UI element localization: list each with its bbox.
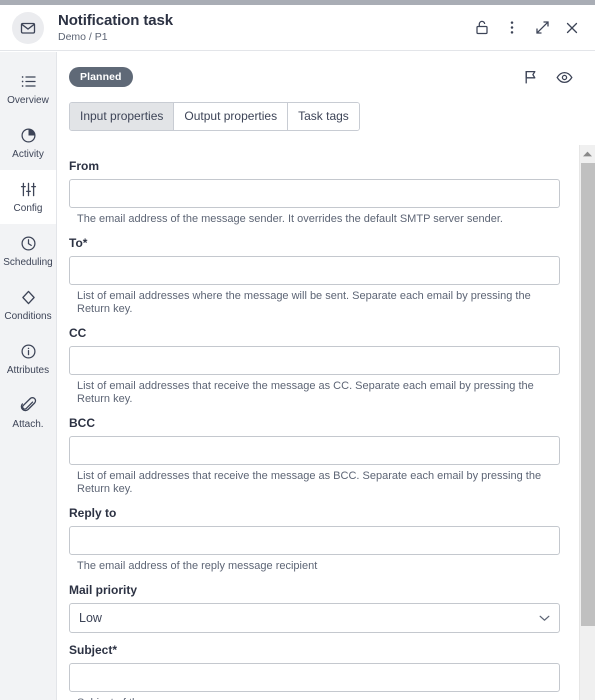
field-subject: Subject* Subject of the message — [69, 643, 560, 700]
field-hint-bcc: List of email addresses that receive the… — [77, 470, 542, 495]
required-marker: * — [82, 236, 88, 250]
notification-task-window: Notification task Demo / P1 Overview Act… — [0, 0, 595, 700]
diamond-icon — [20, 288, 37, 308]
form-scroll-region: From The email address of the message se… — [57, 145, 595, 700]
field-label-cc: CC — [69, 326, 87, 340]
chevron-up-icon — [582, 150, 593, 158]
reply-to-input[interactable] — [69, 526, 560, 555]
main-content: Planned Input properties Output properti… — [57, 52, 595, 700]
sidebar-item-config[interactable]: Config — [0, 170, 56, 224]
status-badge: Planned — [69, 67, 133, 87]
header-actions — [467, 13, 587, 43]
form-scrollbar[interactable] — [579, 145, 595, 700]
mail-priority-value: Low — [79, 611, 102, 625]
paperclip-icon — [20, 396, 37, 416]
breadcrumb: Demo / P1 — [58, 30, 108, 43]
bcc-input[interactable] — [69, 436, 560, 465]
field-hint-from: The email address of the message sender.… — [77, 213, 503, 225]
field-hint-reply-to: The email address of the reply message r… — [77, 560, 318, 572]
sidebar-item-attributes[interactable]: Attributes — [0, 332, 56, 386]
more-vertical-icon[interactable] — [497, 13, 527, 43]
sidebar-item-conditions[interactable]: Conditions — [0, 278, 56, 332]
sidebar-item-attachments[interactable]: Attach. — [0, 386, 56, 440]
envelope-icon — [20, 20, 36, 36]
mail-priority-select[interactable]: Low — [69, 603, 560, 633]
tab-input-properties[interactable]: Input properties — [70, 103, 175, 130]
sidebar-item-scheduling[interactable]: Scheduling — [0, 224, 56, 278]
field-label-bcc: BCC — [69, 416, 95, 430]
scroll-up-button[interactable] — [580, 145, 595, 162]
subject-input[interactable] — [69, 663, 560, 692]
eye-icon[interactable] — [551, 65, 577, 89]
left-sidebar: Overview Activity Config Scheduling Cond… — [0, 52, 57, 700]
status-row: Planned — [57, 52, 595, 89]
field-reply-to: Reply to The email address of the reply … — [69, 506, 560, 573]
field-mail-priority: Mail priority Low — [69, 583, 560, 633]
field-label-subject: Subject* — [69, 643, 559, 657]
sidebar-item-activity[interactable]: Activity — [0, 116, 56, 170]
field-hint-to: List of email addresses where the messag… — [77, 290, 531, 315]
field-hint-cc: List of email addresses that receive the… — [77, 380, 534, 405]
field-to: To* List of email addresses where the me… — [69, 236, 560, 316]
field-label-to: To* — [69, 236, 559, 250]
flag-icon[interactable] — [517, 65, 543, 89]
field-label-text: Subject — [69, 643, 113, 657]
unlock-icon[interactable] — [467, 13, 497, 43]
mail-priority-select-wrap: Low — [69, 603, 560, 633]
field-from: From The email address of the message se… — [69, 159, 560, 226]
field-bcc: BCC List of email addresses that receive… — [69, 416, 560, 496]
cc-input[interactable] — [69, 346, 560, 375]
info-circle-icon — [20, 342, 37, 362]
page-title: Notification task — [58, 11, 173, 29]
tab-task-tags[interactable]: Task tags — [288, 103, 359, 130]
properties-tabs: Input properties Output properties Task … — [69, 102, 360, 131]
sidebar-item-label: Attributes — [6, 364, 50, 376]
window-header: Notification task Demo / P1 — [0, 5, 595, 51]
field-label-mail-priority: Mail priority — [69, 583, 138, 597]
sidebar-item-label: Overview — [7, 94, 49, 106]
sliders-icon — [20, 180, 37, 200]
sidebar-item-label: Attach. — [12, 418, 44, 430]
clock-icon — [20, 234, 37, 254]
field-label-reply-to: Reply to — [69, 506, 117, 520]
sidebar-item-label: Conditions — [4, 310, 52, 322]
scrollbar-thumb[interactable] — [581, 163, 595, 626]
to-input[interactable] — [69, 256, 560, 285]
close-icon[interactable] — [557, 13, 587, 43]
field-label-text: To — [69, 236, 83, 250]
field-cc: CC List of email addresses that receive … — [69, 326, 560, 406]
sidebar-item-label: Scheduling — [3, 256, 53, 268]
list-icon — [20, 72, 37, 92]
expand-icon[interactable] — [527, 13, 557, 43]
task-avatar — [12, 11, 44, 44]
sidebar-item-label: Activity — [12, 148, 44, 160]
pie-chart-icon — [20, 126, 37, 146]
required-marker: * — [112, 643, 118, 657]
sidebar-item-label: Config — [13, 202, 43, 214]
sidebar-item-overview[interactable]: Overview — [0, 62, 56, 116]
field-label-from: From — [69, 159, 99, 173]
tab-output-properties[interactable]: Output properties — [174, 103, 289, 130]
input-properties-form: From The email address of the message se… — [57, 145, 571, 700]
title-block: Notification task Demo / P1 — [58, 12, 467, 44]
from-input[interactable] — [69, 179, 560, 208]
